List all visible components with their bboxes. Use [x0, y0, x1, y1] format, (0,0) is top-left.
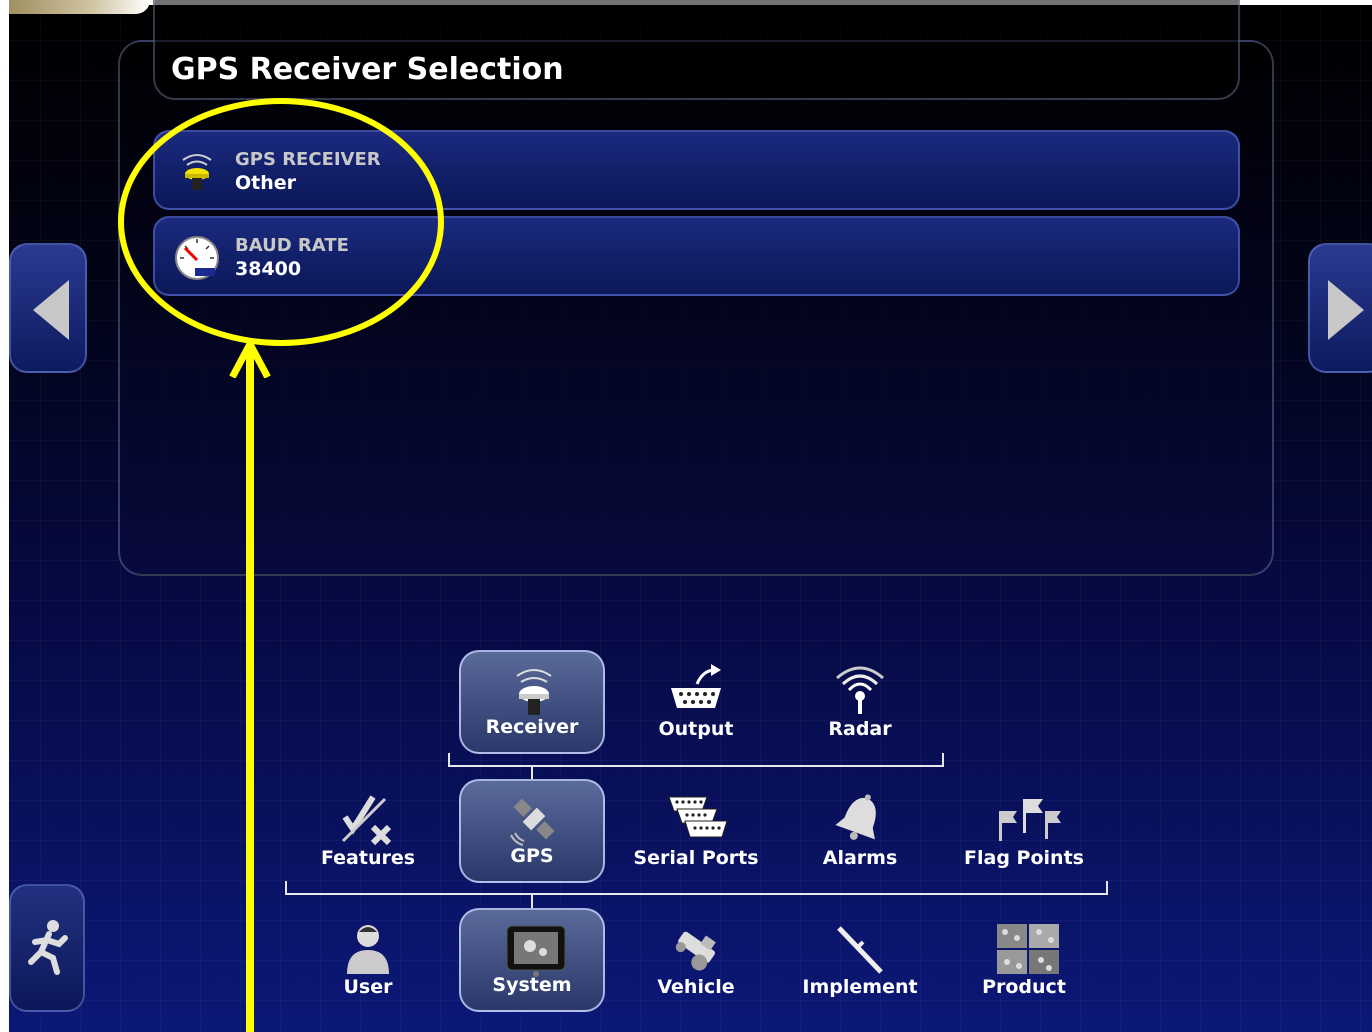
menu-output[interactable]: Output — [623, 650, 769, 754]
arrow-left-icon — [33, 280, 69, 340]
menu-implement-label: Implement — [802, 976, 918, 998]
menu-stem — [531, 895, 533, 908]
menu-flag-points-label: Flag Points — [964, 847, 1084, 869]
menu-stem — [531, 767, 533, 779]
radar-icon — [836, 666, 884, 714]
menu-radar[interactable]: Radar — [787, 650, 933, 754]
menu-receiver-label: Receiver — [485, 716, 579, 738]
menu-gps[interactable]: GPS — [459, 779, 605, 883]
satellite-icon — [510, 798, 555, 846]
menu-product[interactable]: Product — [951, 908, 1097, 1012]
product-icon — [997, 924, 1059, 974]
menu-flag-points[interactable]: Flag Points — [951, 779, 1097, 883]
highlight-arrow-line — [246, 348, 254, 1032]
running-man-icon — [28, 920, 68, 975]
gps-antenna-icon — [516, 669, 552, 715]
left-edge — [0, 0, 9, 1032]
menu-gps-label: GPS — [510, 845, 554, 867]
user-icon — [347, 925, 389, 974]
corner-decoration — [0, 0, 150, 14]
previous-page-button[interactable] — [9, 243, 87, 373]
system-icon — [506, 925, 566, 977]
next-page-button[interactable] — [1308, 243, 1372, 373]
menu-output-label: Output — [658, 718, 734, 740]
check-cross-icon — [341, 795, 392, 846]
menu-user[interactable]: User — [295, 908, 441, 1012]
implement-icon — [837, 926, 883, 974]
highlight-circle — [118, 98, 444, 346]
arrow-right-icon — [1328, 280, 1364, 340]
menu-user-label: User — [343, 976, 393, 998]
exit-button[interactable] — [9, 884, 85, 1012]
menu-serial-ports-label: Serial Ports — [633, 847, 759, 869]
page-title: GPS Receiver Selection — [171, 52, 564, 87]
menu-alarms-label: Alarms — [822, 847, 898, 869]
flags-icon — [999, 799, 1061, 841]
serial-ports-icon — [668, 796, 728, 838]
bell-icon — [835, 794, 876, 840]
menu-features-label: Features — [320, 847, 416, 869]
serial-output-icon — [671, 664, 721, 708]
menu-product-label: Product — [982, 976, 1066, 998]
vehicle-icon — [675, 931, 716, 971]
menu-bracket-level2 — [285, 881, 1108, 895]
menu-bracket-level3 — [448, 753, 944, 767]
menu-receiver[interactable]: Receiver — [459, 650, 605, 754]
menu-implement[interactable]: Implement — [787, 908, 933, 1012]
menu-system[interactable]: System — [459, 908, 605, 1012]
menu-radar-label: Radar — [828, 718, 892, 740]
menu-vehicle[interactable]: Vehicle — [623, 908, 769, 1012]
menu-alarms[interactable]: Alarms — [787, 779, 933, 883]
menu-system-label: System — [492, 974, 572, 996]
menu-features[interactable]: Features — [295, 779, 441, 883]
menu-serial-ports[interactable]: Serial Ports — [623, 779, 769, 883]
menu-vehicle-label: Vehicle — [657, 976, 735, 998]
